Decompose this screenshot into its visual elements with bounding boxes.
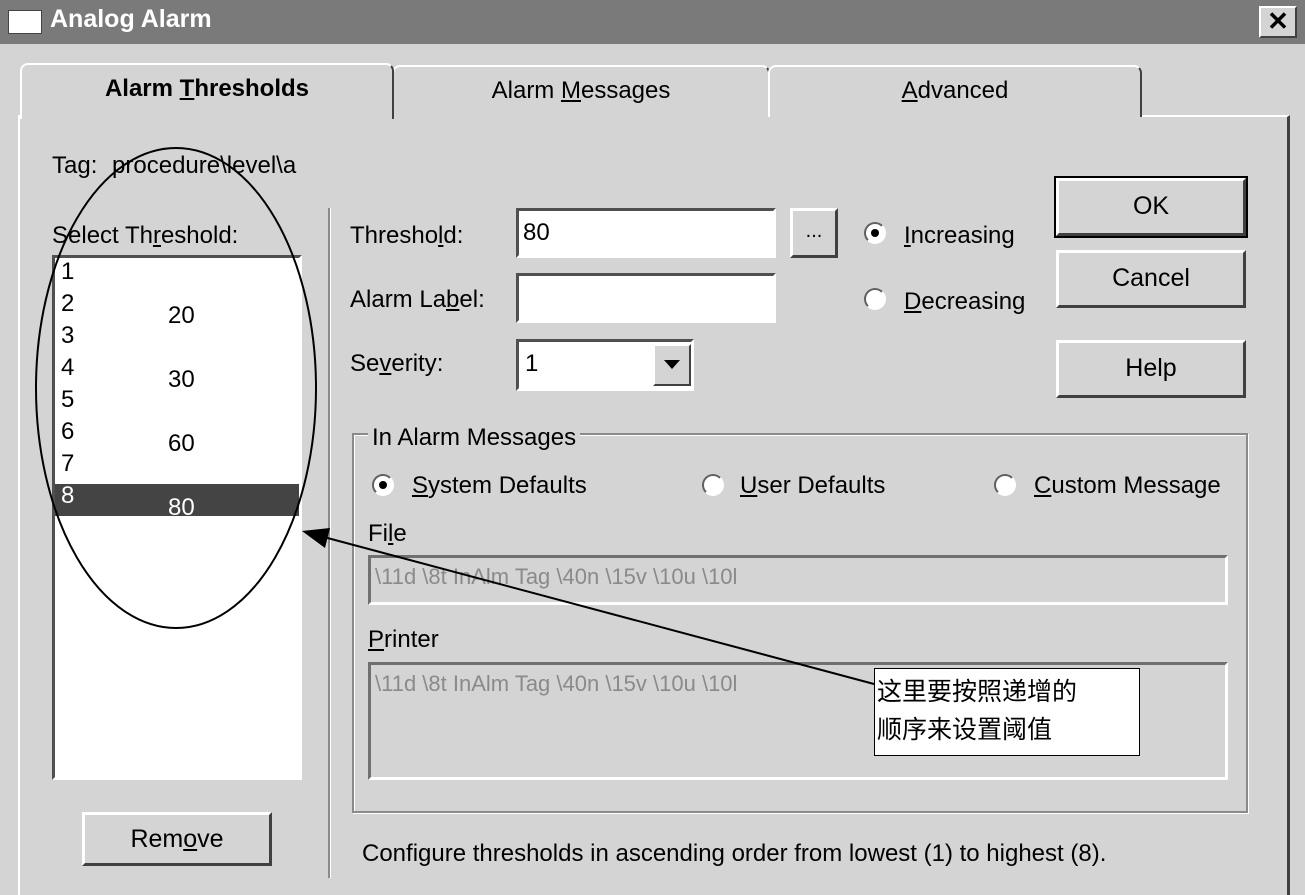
annotation-ellipse <box>35 147 317 629</box>
annotation-arrow-line <box>319 535 875 685</box>
annotation-arrowhead <box>302 528 330 548</box>
annotation-callout: 这里要按照递增的 顺序来设置阈值 <box>874 668 1140 756</box>
